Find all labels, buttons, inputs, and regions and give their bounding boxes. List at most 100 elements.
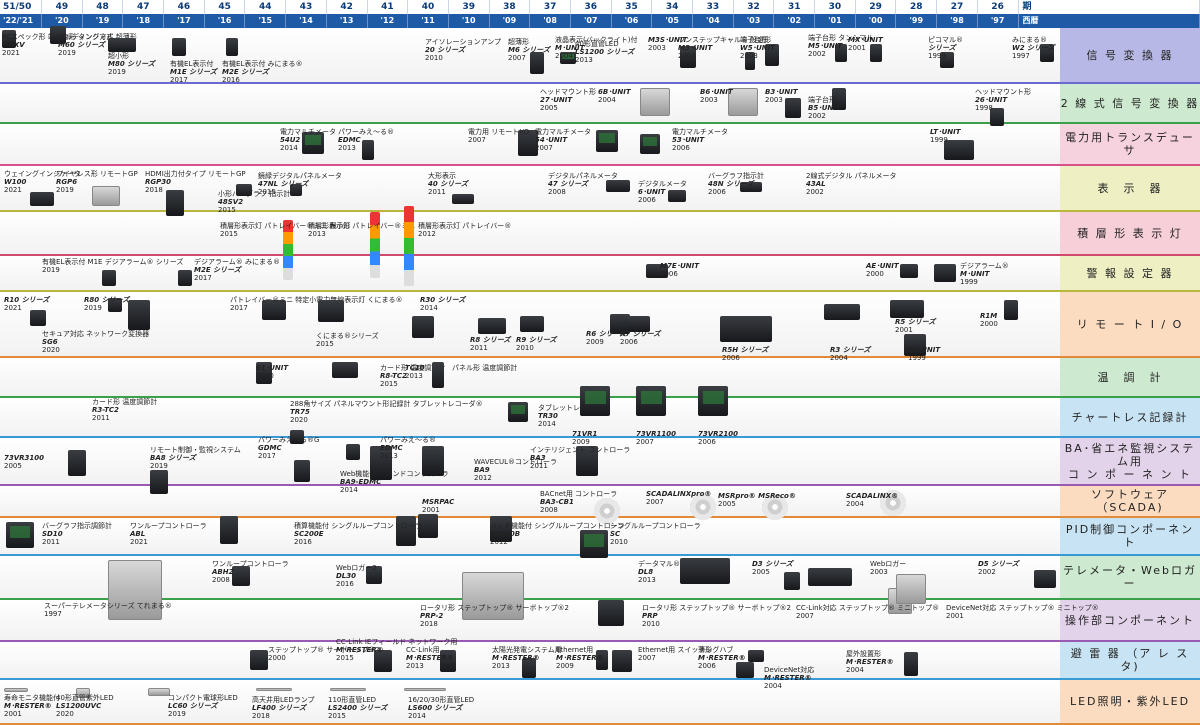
category-label[interactable]: 電力用トランスデューサ [1060, 124, 1200, 164]
product-item[interactable]: ワンループコントローラ ABH2 2008 [212, 560, 289, 584]
category-label[interactable]: テレメータ・Webロガー [1060, 556, 1200, 598]
product-item[interactable]: 端子台形 W5･UNIT 2003 [740, 36, 775, 60]
product-item[interactable]: R3 シリーズ 2004 [830, 346, 870, 362]
product-item[interactable]: ワイヤレス形 リモートGP RGP6 2019 [56, 170, 138, 194]
category-label[interactable]: 温 調 計 [1060, 358, 1200, 396]
product-item[interactable]: TC10 2013 [405, 364, 425, 380]
product-item[interactable]: CC-Link対応 ステップトップ® ミニトップ® 2007 [796, 604, 939, 620]
product-item[interactable]: 有機EL表示付 みにまる® M2E シリーズ 2016 [222, 60, 303, 84]
product-item[interactable]: 71VR1 2009 [572, 430, 597, 446]
product-item[interactable]: くにまる®シリーズ 2015 [316, 332, 379, 348]
product-item[interactable]: シングルループコントローラ SC 2010 [610, 522, 701, 546]
product-item[interactable]: データマル® DL8 2013 [638, 560, 680, 584]
product-item[interactable]: 61･UNIT 2000 [256, 364, 288, 380]
product-item[interactable]: コンパクト電球形LED LC60 シリーズ 2019 [168, 694, 238, 718]
category-label[interactable]: 表 示 器 [1060, 166, 1200, 210]
product-item[interactable]: R5H シリーズ 2006 [722, 346, 768, 362]
product-item[interactable]: パトレイバー®ミニ 特定小電力無線表示灯 くにまる® 2017 [230, 296, 403, 312]
product-item[interactable]: 薄形 M･RESTER® 2006 [698, 646, 746, 670]
product-item[interactable]: B6･UNIT 2003 [700, 88, 733, 104]
product-item[interactable]: DeviceNet対応 ステップトップ® ミニトップ® 2001 [946, 604, 1099, 620]
product-item[interactable]: DeviceNet対応 M･RESTER® 2004 [764, 666, 814, 690]
product-item[interactable]: ワンループコントローラ ABL 2021 [130, 522, 207, 546]
product-item[interactable]: Ethernet用 M･RESTER® 2009 [556, 646, 604, 670]
product-item[interactable]: D3 シリーズ 2005 [752, 560, 793, 576]
product-item[interactable]: 73VR2100 2006 [698, 430, 738, 446]
product-item[interactable]: SCADALINX® 2004 [846, 492, 898, 508]
product-item[interactable]: アイソレーションアンプ 20 シリーズ 2010 [425, 38, 501, 62]
category-label[interactable]: BA･省エネ監視システム用 コ ン ポ ー ネ ン ト [1060, 438, 1200, 484]
product-item[interactable]: MSRpro® MSReco® 2005 [718, 492, 796, 508]
product-item[interactable]: 有機EL表示付 M1E デジアラーム® シリーズ 2019 [42, 258, 183, 274]
product-item[interactable]: カード形 温度調節計 R3-TC2 2011 [92, 398, 157, 422]
product-item[interactable]: B3･UNIT 2003 [765, 88, 798, 104]
product-item[interactable]: バーグラフ指示調節計 SD10 2011 [42, 522, 112, 546]
product-item[interactable]: 大形表示 40 シリーズ 2011 [428, 172, 468, 196]
product-item[interactable]: 電力マルチメータ 54･UNIT 2007 [535, 128, 591, 152]
product-item[interactable]: R9 シリーズ 2010 [516, 336, 556, 352]
product-item[interactable]: ヘッドマウント形 27･UNIT 2005 [540, 88, 596, 112]
product-item[interactable]: 積算機能付 シングルループコントローラ SC200E 2016 [294, 522, 422, 546]
product-item[interactable]: 73VR1100 2007 [636, 430, 676, 446]
product-item[interactable]: R7 シリーズ 2006 [620, 330, 660, 346]
category-label[interactable]: 2 線 式 信 号 変 換 器 [1060, 84, 1200, 122]
category-label[interactable]: リ モ ー ト I / O [1060, 292, 1200, 356]
product-item[interactable]: パネル形 温度調節計 [452, 364, 517, 372]
product-item[interactable]: 110形直管LED LS2400 シリーズ 2015 [328, 696, 387, 720]
product-item[interactable]: M7E･UNIT 2006 [660, 262, 699, 278]
product-item[interactable]: 40形直管LED LS1200 シリーズ 2013 [575, 40, 634, 64]
product-item[interactable]: 電力マルチメータ 53･UNIT 2006 [672, 128, 728, 152]
product-item[interactable]: D5 シリーズ 2002 [978, 560, 1019, 576]
product-item[interactable]: 超薄形 M6 シリーズ 2007 [508, 38, 550, 62]
product-item[interactable]: 2線式デジタル パネルメータ 43AL 2002 [806, 172, 897, 196]
product-item[interactable]: LT･UNIT 1999 [930, 128, 961, 144]
product-item[interactable]: R8 シリーズ 2011 [470, 336, 510, 352]
product-item[interactable]: 16/20/30形直管LED LS600 シリーズ 2014 [408, 696, 474, 720]
category-label[interactable]: 信 号 変 換 器 [1060, 28, 1200, 82]
product-item[interactable]: デジタルメータ 6･UNIT 2006 [638, 180, 687, 204]
product-item[interactable]: 端子台形 B5･UNIT 2002 [808, 96, 841, 120]
product-item[interactable]: 電力用 リモートI/O 2007 [468, 128, 529, 144]
product-item[interactable]: Webロガー2 DL30 2016 [336, 564, 377, 588]
product-item[interactable]: 40形直管紫外LED LS1200UVC 2020 [56, 694, 114, 718]
product-item[interactable]: スーパーテレメータシリーズ てれまる® 1997 [44, 602, 172, 618]
product-item[interactable]: ロータリ形 ステップトップ® サーボトップ®2 PRP-2 2018 [420, 604, 569, 628]
product-item[interactable]: MX･UNIT 2001 [848, 36, 883, 52]
category-label[interactable]: ソフトウェア（SCADA) [1060, 486, 1200, 516]
product-item[interactable]: 288角サイズ パネルマウント形記録計 タブレットレコーダ® TR75 2020 [290, 400, 483, 424]
product-item[interactable]: R30 シリーズ 2014 [420, 296, 465, 312]
category-label[interactable]: 避 雷 器 （ア レ ス タ) [1060, 642, 1200, 678]
product-item[interactable]: 太陽光発電システム用 M･RESTER® 2013 [492, 646, 562, 670]
product-item[interactable]: ヘッドマウント形 26･UNIT 1998 [975, 88, 1031, 112]
product-item[interactable]: 60･UNIT 1999 [908, 346, 940, 362]
category-label[interactable]: チャートレス記録計 [1060, 398, 1200, 436]
product-item[interactable]: R80 シリーズ 2019 [84, 296, 129, 312]
product-item[interactable]: バーグラフ指示計 48N シリーズ 2006 [708, 172, 764, 196]
product-item[interactable]: 電力マルチメータ 54U2 2014 [280, 128, 336, 152]
product-item[interactable]: パワーみえ～る®G GDMC 2017 [258, 436, 319, 460]
category-label[interactable]: 積 層 形 表 示 灯 [1060, 212, 1200, 254]
product-item[interactable]: パワーみえ～る® EDMC 2013 [338, 128, 394, 152]
product-item[interactable]: デジタルパネルメータ 47 シリーズ 2008 [548, 172, 618, 196]
product-item[interactable]: R5 シリーズ 2001 [895, 318, 935, 334]
product-item[interactable]: AE･UNIT 2000 [866, 262, 899, 278]
product-item[interactable]: R10 シリーズ 2021 [4, 296, 49, 312]
product-item[interactable]: 高天井用LEDランプ LF400 シリーズ 2018 [252, 696, 315, 720]
product-item[interactable]: リモート制御・監視システム BA8 シリーズ 2019 [150, 446, 241, 470]
product-item[interactable]: ピコマル® シリーズ 1999 [928, 36, 963, 60]
product-item[interactable]: 鏡緑デジタルパネルメータ 47NL シリーズ 2015 [258, 172, 342, 196]
product-item[interactable]: 寿命モニタ機能付 M･RESTER® 2001 [4, 694, 60, 718]
product-item[interactable]: インテリジェント コントローラ BA3 2011 [530, 446, 630, 470]
category-label[interactable]: PID制御コンポーネント [1060, 518, 1200, 554]
category-label[interactable]: 警 報 設 定 器 [1060, 256, 1200, 290]
product-item[interactable]: MSRPAC 2001 [422, 498, 454, 514]
product-item[interactable]: BACnet用 コントローラ BA3-CB1 2008 [540, 490, 617, 514]
product-item[interactable]: 6B･UNIT 2004 [598, 88, 631, 104]
product-item[interactable]: 超小形 M80 シリーズ 2019 [108, 52, 155, 76]
product-item[interactable]: ロータリ形 ステップトップ® サーボトップ®2 PRP 2010 [642, 604, 791, 628]
product-item[interactable]: CC-Link用 M･RESTER® 2013 [406, 646, 454, 670]
product-item[interactable]: デジアラーム® みにまる® M2E シリーズ 2017 [194, 258, 280, 282]
product-item[interactable]: みにまる® W2 シリーズ 1997 [1012, 36, 1055, 60]
product-item[interactable]: 屋外設置形 M･RESTER® 2004 [846, 650, 894, 674]
category-label[interactable]: LED照明・紫外LED [1060, 680, 1200, 723]
